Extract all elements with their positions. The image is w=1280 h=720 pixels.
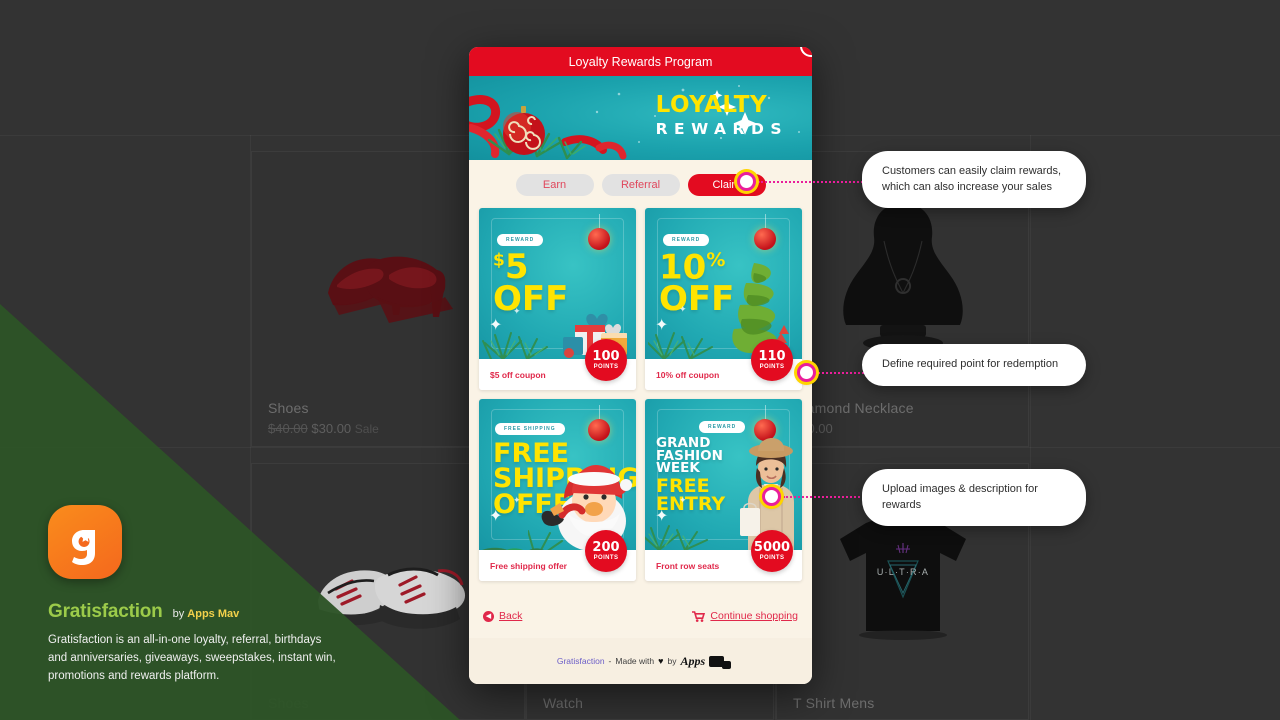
reward-card-grid: REWARD $5 OFF ✦ ✦ $5 off coupon 100 POIN… <box>469 208 812 594</box>
points-value: 200 <box>592 540 620 555</box>
reward-badge: FREE SHIPPING <box>495 423 565 435</box>
credit-dash: - <box>608 656 612 666</box>
product-name: T Shirt Mens <box>793 695 875 711</box>
hero-line-2: REWARDS <box>655 120 788 138</box>
product-name: Shoes <box>268 400 309 416</box>
continue-label: Continue shopping <box>710 610 798 622</box>
diamond-necklace-image <box>842 202 963 351</box>
sparkle-icon: ✦ <box>489 317 503 334</box>
reward-artwork: REWARD 10% OFF ✦ ✦ <box>645 208 802 359</box>
credit-made-with: Made with <box>615 656 655 666</box>
pine-branch <box>479 516 585 550</box>
reward-badge: REWARD <box>663 234 710 246</box>
points-unit: POINTS <box>593 364 619 370</box>
tab-earn[interactable]: Earn <box>515 174 594 196</box>
callout-upload-images: Upload images & description for rewards <box>862 469 1086 527</box>
callout-connector <box>758 179 881 186</box>
points-badge: 110 POINTS <box>751 339 793 381</box>
brand-byline: by Apps Mav <box>173 608 240 620</box>
reward-label: 10% off coupon <box>656 369 720 380</box>
sparkle-icon: ✦ <box>679 495 687 505</box>
points-badge: 100 POINTS <box>585 339 627 381</box>
brand-description: Gratisfaction is an all-in-one loyalty, … <box>48 634 336 682</box>
product-price: $40.00 $30.00 Sale <box>268 421 379 436</box>
brand-name-row: Gratisfaction by Apps Mav <box>48 601 378 623</box>
reward-artwork: REWARD $5 OFF ✦ ✦ <box>479 208 636 359</box>
logo-glyph <box>72 530 95 565</box>
points-unit: POINTS <box>759 555 785 561</box>
reward-artwork: FREE SHIPPING FREE SHIPPING OFFER ✦ <box>479 399 636 550</box>
sale-badge: Sale <box>354 422 379 436</box>
tab-referral[interactable]: Referral <box>601 174 680 196</box>
reward-tabs: Earn Referral Claim <box>469 160 812 208</box>
brand-by-company: Apps Mav <box>187 608 240 620</box>
sparkle-icon: ✦ <box>513 306 521 316</box>
reward-label: Free shipping offer <box>490 560 567 571</box>
brand-block: Gratisfaction by Apps Mav Gratisfaction … <box>48 505 378 685</box>
hotspot-claim-tab[interactable] <box>737 172 756 191</box>
points-badge: 200 POINTS <box>585 530 627 572</box>
heart-icon: ♥ <box>658 656 664 666</box>
chat-bubble-icon <box>709 655 732 669</box>
reward-artwork: REWARD GRAND FASHION WEEK FREE ENTRY ✦ ✦ <box>645 399 802 550</box>
points-value: 110 <box>758 349 786 364</box>
product-name: Watch <box>543 695 584 711</box>
credit-by: by <box>667 656 677 666</box>
sparkle-icon: ✦ <box>513 495 521 505</box>
back-label: Back <box>499 610 523 622</box>
modal-title: Loyalty Rewards Program <box>568 54 713 69</box>
modal-titlebar: Loyalty Rewards Program <box>469 47 812 76</box>
reward-card[interactable]: REWARD 10% OFF ✦ ✦ 10% off coupon 110 PO… <box>645 208 802 390</box>
modal-credit: Gratisfaction - Made with ♥ by Apps <box>469 638 812 684</box>
price-current: $30.00 <box>311 421 352 436</box>
back-arrow-icon: ◀ <box>483 610 494 622</box>
continue-shopping-button[interactable]: Continue shopping <box>692 610 798 622</box>
points-value: 100 <box>592 349 620 364</box>
reward-label: Front row seats <box>656 560 720 571</box>
reward-badge: REWARD <box>497 234 544 246</box>
points-value: 5000 <box>753 540 791 555</box>
hero-title: LOYALTY REWARDS <box>656 92 788 138</box>
points-badge: 5000 POINTS <box>751 530 793 572</box>
points-unit: POINTS <box>593 555 619 561</box>
sparkle-icon: ✦ <box>655 317 669 334</box>
price-original: $40.00 <box>268 421 308 436</box>
hero-banner: LOYALTY REWARDS <box>469 76 812 160</box>
pine-branch <box>645 525 708 550</box>
ornament-ball <box>588 228 610 250</box>
gratisfaction-g-logo <box>48 505 122 579</box>
brand-by-prefix: by <box>172 608 185 620</box>
hotspot-points-badge[interactable] <box>797 363 816 382</box>
callout-claim-rewards: Customers can easily claim rewards, whic… <box>862 151 1086 209</box>
hero-line-1: LOYALTY <box>655 92 768 118</box>
callout-define-points: Define required point for redemption <box>862 344 1086 386</box>
ornament-ball <box>754 228 776 250</box>
svg-text:U·L·T·R·A: U·L·T·R·A <box>876 567 928 577</box>
credit-brand[interactable]: Gratisfaction <box>557 656 605 666</box>
sparkle-icon: ✦ <box>679 304 687 314</box>
loyalty-rewards-modal: Loyalty Rewards Program LOYALTY REWARDS … <box>469 47 812 684</box>
reward-badge: REWARD <box>699 421 746 433</box>
credit-apps: Apps <box>680 653 706 668</box>
back-button[interactable]: ◀ Back <box>483 610 522 622</box>
hotspot-reward-image[interactable] <box>762 487 781 506</box>
points-unit: POINTS <box>759 364 785 370</box>
reward-card[interactable]: FREE SHIPPING FREE SHIPPING OFFER ✦ Free… <box>479 399 636 581</box>
grid-divider <box>1030 135 1031 720</box>
cart-icon <box>692 610 706 622</box>
headline-currency: $ <box>493 250 505 271</box>
screen-root: Shoes $40.00 $30.00 Sale Diamond Necklac… <box>0 0 1280 720</box>
reward-label: $5 off coupon <box>490 369 546 380</box>
modal-action-links: ◀ Back Continue shopping <box>469 594 812 638</box>
reward-card[interactable]: REWARD $5 OFF ✦ ✦ $5 off coupon 100 POIN… <box>479 208 636 390</box>
brand-name: Gratisfaction <box>48 601 163 622</box>
red-heels-image <box>328 256 453 323</box>
